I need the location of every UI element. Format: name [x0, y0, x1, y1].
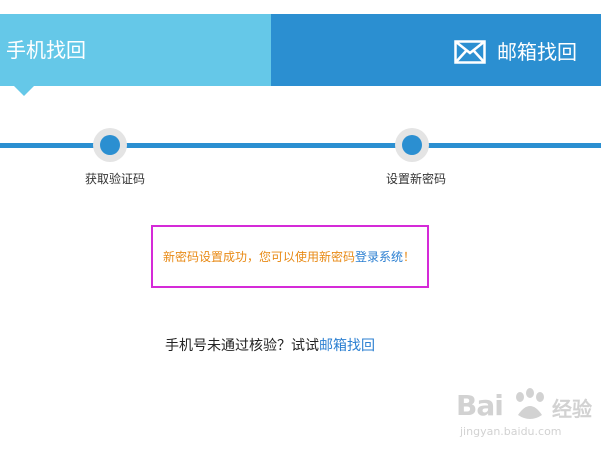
watermark-brand-suffix: 经验	[552, 397, 592, 421]
success-message-box: 新密码设置成功，您可以使用新密码登录系统！	[151, 225, 429, 288]
active-tab-pointer	[14, 86, 34, 96]
progress-track	[0, 143, 601, 148]
tab-phone-recovery[interactable]: 手机找回	[0, 14, 271, 86]
success-message-suffix: ！	[403, 250, 416, 264]
alternate-recovery-hint: 手机号未通过核验？试试邮箱找回	[165, 335, 375, 355]
tab-phone-label: 手机找回	[6, 38, 86, 62]
step-2-label: 设置新密码	[386, 172, 447, 186]
success-message: 新密码设置成功，您可以使用新密码登录系统！	[163, 227, 415, 288]
step-1-label: 获取验证码	[85, 172, 146, 186]
step-1-dot	[93, 128, 127, 162]
watermark-url: jingyan.baidu.com	[460, 425, 562, 438]
login-link[interactable]: 登录系统	[355, 250, 403, 264]
email-recovery-link[interactable]: 邮箱找回	[319, 338, 375, 354]
tab-email-label: 邮箱找回	[497, 40, 577, 64]
paw-icon	[516, 388, 544, 419]
watermark-brand: Bai	[456, 389, 504, 422]
tab-email-recovery[interactable]: 邮箱找回	[271, 14, 601, 86]
step-2-dot	[395, 128, 429, 162]
hint-text: 手机号未通过核验？试试	[165, 338, 319, 354]
success-message-text: 新密码设置成功，您可以使用新密码	[163, 250, 356, 264]
baidu-jingyan-watermark: Bai 经验 jingyan.baidu.com	[456, 385, 596, 440]
envelope-icon	[454, 40, 486, 64]
